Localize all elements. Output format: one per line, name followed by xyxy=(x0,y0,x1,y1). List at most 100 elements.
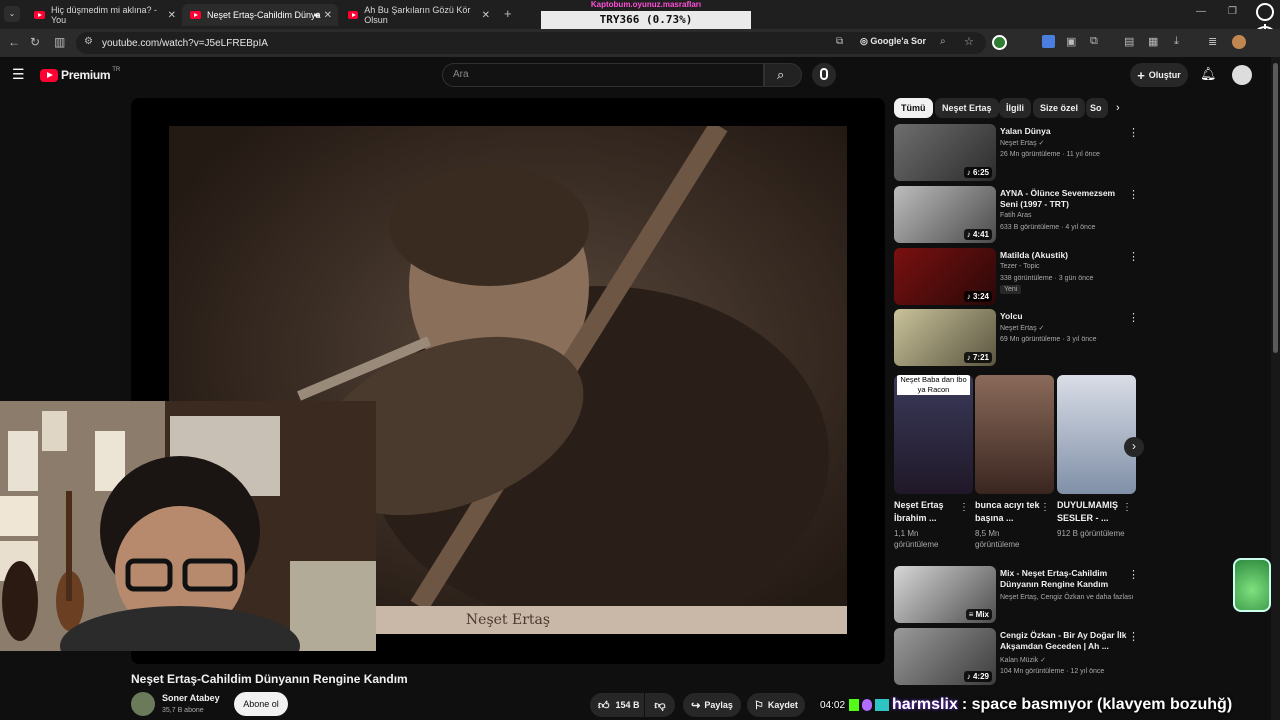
rec-meta: 104 Mn görüntüleme · 12 yıl önce xyxy=(1000,668,1105,675)
rec-channel: Fatih Aras xyxy=(1000,212,1032,219)
chip-for-you[interactable]: Size özel xyxy=(1033,98,1086,118)
page-scrollbar[interactable] xyxy=(1271,57,1280,720)
rec-title[interactable]: Matilda (Akustik) xyxy=(1000,250,1128,261)
recommendation-item[interactable]: ♪ 7:21 Yolcu Neşet Ertaş ✓ 69 Mn görüntü… xyxy=(894,309,1144,367)
rec-title[interactable]: Yolcu xyxy=(1000,311,1128,322)
stream-chat-overlay: 04:02 harmslix : space basmıyor (klavyem… xyxy=(820,690,1280,720)
recommendation-item[interactable]: ♪ 4:29 Cengiz Özkan - Bir Ay Doğar İlk A… xyxy=(894,628,1144,686)
duration-badge: ♪ 7:21 xyxy=(963,352,992,363)
short-thumbnail[interactable] xyxy=(1057,375,1136,494)
video-thumbnail[interactable]: ♪ 4:29 xyxy=(894,628,996,685)
tab-2-active[interactable]: Neşet Ertaş-Cahildim Dünya 🔊︎ ✕ xyxy=(182,4,338,26)
close-tab-icon[interactable]: ✕ xyxy=(324,10,332,21)
profile-avatar[interactable] xyxy=(1232,35,1246,49)
install-icon[interactable]: ⧉ xyxy=(836,36,843,47)
channel-avatar[interactable] xyxy=(131,692,155,716)
short-thumbnail[interactable]: Neşet Baba dan İbo ya Racon xyxy=(894,375,973,494)
subscribe-label: Abone ol xyxy=(243,699,279,709)
lens-icon: ◎ xyxy=(860,36,871,46)
create-label: Oluştur xyxy=(1148,70,1181,80)
site-info-icon[interactable]: ⚙ xyxy=(84,36,93,47)
more-actions-icon[interactable]: ⋮ xyxy=(1128,188,1139,201)
rec-title[interactable]: AYNA - Ölünce Sevemezsem Seni (1997 - TR… xyxy=(1000,188,1128,210)
shorts-next-button[interactable]: › xyxy=(1124,437,1144,457)
save-button[interactable]: ⚐ Kaydet xyxy=(747,693,805,717)
menu-list-icon[interactable]: ≣ xyxy=(1208,35,1217,48)
search-button[interactable]: ⌕ xyxy=(764,63,802,87)
short-more-icon[interactable]: ⋮ xyxy=(1040,502,1050,513)
tab-1[interactable]: Hiç düşmedim mi aklına? - You ✕ xyxy=(26,4,182,26)
extension-green-icon[interactable] xyxy=(992,35,1007,50)
like-button[interactable]: 👍︎ 154 B xyxy=(590,693,644,717)
zoom-icon[interactable]: ⌕ xyxy=(940,36,946,47)
search-placeholder: Ara xyxy=(453,69,469,80)
mix-item[interactable]: ≡ Mix Mix - Neşet Ertaş-Cahildim Dünyanı… xyxy=(894,566,1144,624)
rec-title[interactable]: Mix - Neşet Ertaş-Cahildim Dünyanın Reng… xyxy=(1000,568,1128,590)
reading-icon[interactable]: ▦ xyxy=(1148,35,1158,48)
close-tab-icon[interactable]: ✕ xyxy=(482,10,490,21)
video-thumbnail[interactable]: ♪ 7:21 xyxy=(894,309,996,366)
youtube-icon xyxy=(348,11,359,19)
speaker-icon[interactable]: 🔊︎ xyxy=(314,10,320,21)
short-title[interactable]: bunca acıyı tek başına ... xyxy=(975,499,1043,525)
tab-3[interactable]: Ah Bu Şarkıların Gözü Kör Olsun ✕ xyxy=(340,4,496,26)
create-button[interactable]: + Oluştur xyxy=(1130,63,1188,87)
minimize-button[interactable]: — xyxy=(1196,6,1206,17)
recommendation-item[interactable]: ♪ 4:41 AYNA - Ölünce Sevemezsem Seni (19… xyxy=(894,186,1144,244)
chip-related[interactable]: İlgili xyxy=(999,98,1031,118)
more-actions-icon[interactable]: ⋮ xyxy=(1128,568,1139,581)
short-title[interactable]: Neşet Ertaş İbrahim ... xyxy=(894,499,962,525)
rec-title[interactable]: Cengiz Özkan - Bir Ay Doğar İlk Akşamdan… xyxy=(1000,630,1128,652)
video-thumbnail[interactable]: ♪ 4:41 xyxy=(894,186,996,243)
extension-translate-icon[interactable] xyxy=(1042,35,1055,48)
youtube-logo[interactable]: Premium TR xyxy=(40,67,120,83)
account-avatar[interactable] xyxy=(1232,65,1252,85)
rec-title[interactable]: Yalan Dünya xyxy=(1000,126,1128,137)
google-lens-button[interactable]: ◎ Google'a Sor xyxy=(860,36,926,47)
more-actions-icon[interactable]: ⋮ xyxy=(1128,250,1139,263)
tab-title: Hiç düşmedim mi aklına? - You xyxy=(50,5,157,25)
short-title[interactable]: DUYULMAMIŞ SESLER - ... xyxy=(1057,499,1125,525)
reload-icon[interactable]: ↻ xyxy=(30,35,40,49)
short-thumbnail[interactable] xyxy=(975,375,1054,494)
restore-button[interactable]: ❐ xyxy=(1228,6,1237,17)
notifications-bell-icon[interactable]: 🔔︎ xyxy=(1200,66,1217,82)
url-field[interactable]: ⚙ youtube.com/watch?v=J5eLFREBpIA ⧉ ◎ Go… xyxy=(76,32,986,54)
voice-search-button[interactable] xyxy=(812,63,836,87)
more-actions-icon[interactable]: ⋮ xyxy=(1128,630,1139,643)
extensions-puzzle-icon[interactable]: ⧉ xyxy=(1090,35,1098,48)
recommendation-item[interactable]: ♪ 3:24 Matilda (Akustik) Tezer - Topic 3… xyxy=(894,248,1144,306)
sidebar-icon[interactable]: ▥ xyxy=(54,35,65,49)
dislike-button[interactable]: 👎︎ xyxy=(645,693,675,717)
recommendation-item[interactable]: ♪ 6:25 Yalan Dünya Neşet Ertaş ✓ 26 Mn g… xyxy=(894,124,1144,182)
close-tab-icon[interactable]: ✕ xyxy=(168,10,176,21)
more-actions-icon[interactable]: ⋮ xyxy=(1128,126,1139,139)
video-thumbnail[interactable]: ♪ 3:24 xyxy=(894,248,996,305)
download-icon[interactable]: ⤓ xyxy=(1174,35,1179,48)
chip-all[interactable]: Tümü xyxy=(894,98,933,118)
tab-list-dropdown[interactable]: ⌄ xyxy=(4,6,20,22)
video-thumbnail[interactable]: ♪ 6:25 xyxy=(894,124,996,181)
duration-badge: ♪ 4:41 xyxy=(963,229,992,240)
hamburger-menu-icon[interactable]: ☰ xyxy=(12,66,25,83)
chip-more[interactable]: So xyxy=(1086,98,1108,118)
more-actions-icon[interactable]: ⋮ xyxy=(1128,311,1139,324)
rec-channel: Neşet Ertaş ✓ xyxy=(1000,324,1044,332)
short-more-icon[interactable]: ⋮ xyxy=(1122,502,1132,513)
short-more-icon[interactable]: ⋮ xyxy=(959,502,969,513)
media-icon[interactable]: ▤ xyxy=(1124,35,1134,48)
verified-icon: ✓ xyxy=(1038,140,1045,147)
scrollbar-thumb[interactable] xyxy=(1273,63,1278,353)
bookmark-star-icon[interactable]: ☆ xyxy=(964,35,974,48)
search-input[interactable]: Ara xyxy=(442,63,764,87)
back-icon[interactable]: ← xyxy=(8,35,20,49)
chevron-right-icon[interactable]: › xyxy=(1116,102,1120,114)
subscribe-button[interactable]: Abone ol xyxy=(234,692,288,716)
share-button[interactable]: ↪ Paylaş xyxy=(683,693,741,717)
short-views: 912 B görüntüleme xyxy=(1057,529,1125,538)
channel-name[interactable]: Soner Atabey xyxy=(162,693,220,703)
chip-neset-ertas[interactable]: Neşet Ertaş xyxy=(935,98,999,118)
new-tab-button[interactable]: + xyxy=(504,6,512,21)
extension-icon[interactable]: ▣ xyxy=(1066,35,1076,48)
video-thumbnail[interactable]: ≡ Mix xyxy=(894,566,996,623)
